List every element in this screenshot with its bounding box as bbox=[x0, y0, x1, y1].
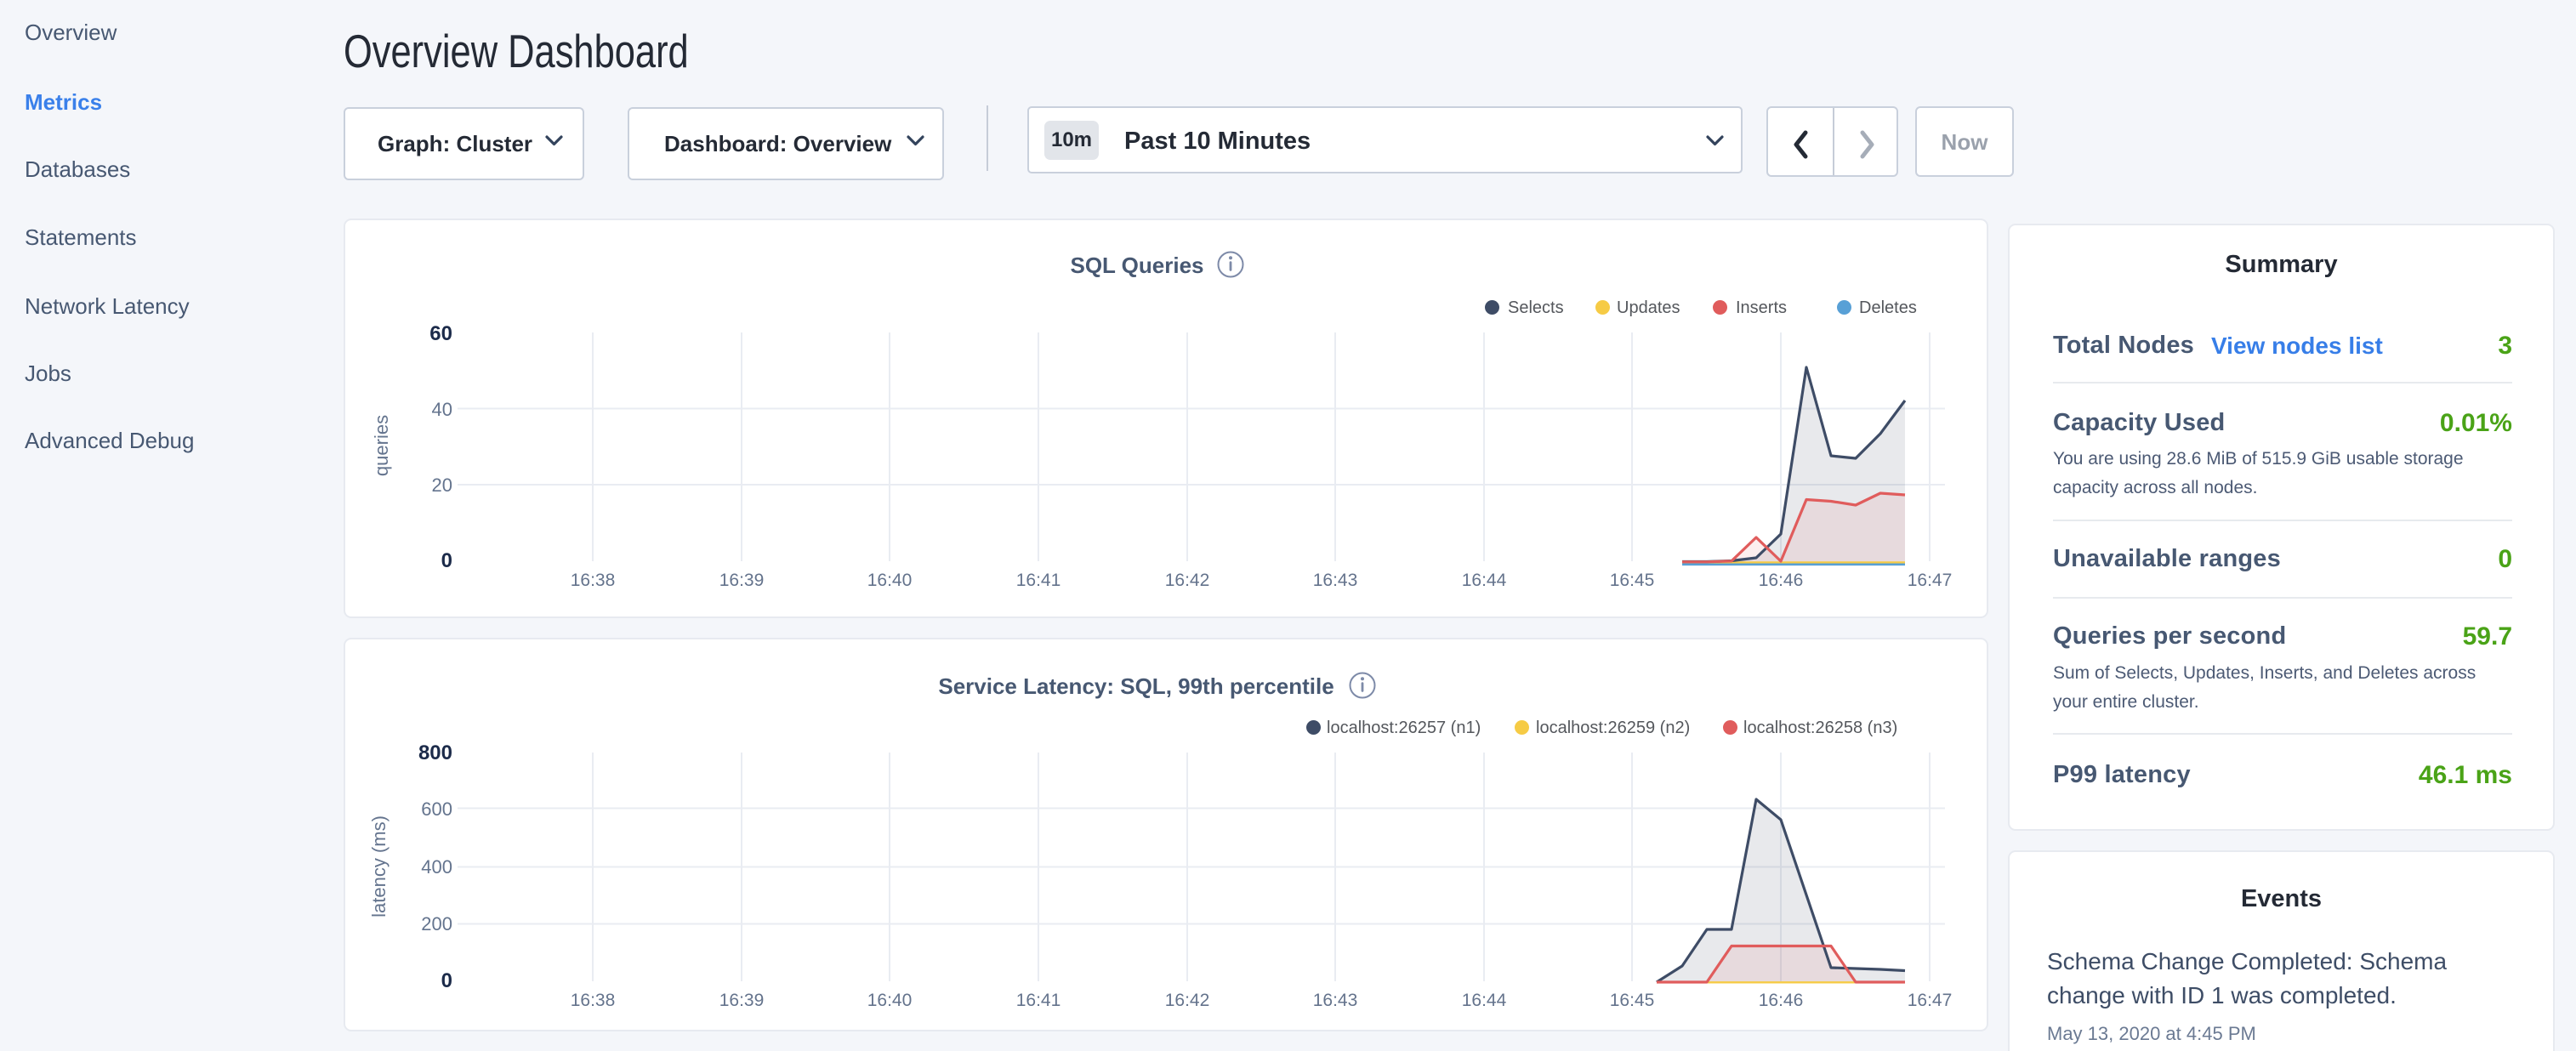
svg-text:200: 200 bbox=[421, 913, 452, 935]
svg-text:16:38: 16:38 bbox=[571, 991, 616, 1010]
svg-text:16:42: 16:42 bbox=[1165, 991, 1210, 1010]
svg-text:0: 0 bbox=[441, 549, 452, 572]
svg-text:16:45: 16:45 bbox=[1610, 991, 1655, 1010]
svg-text:16:38: 16:38 bbox=[571, 571, 616, 590]
svg-text:16:43: 16:43 bbox=[1313, 571, 1358, 590]
svg-text:600: 600 bbox=[421, 798, 452, 820]
svg-text:40: 40 bbox=[432, 399, 452, 420]
svg-text:60: 60 bbox=[429, 322, 452, 345]
svg-text:16:47: 16:47 bbox=[1908, 991, 1953, 1010]
svg-text:16:46: 16:46 bbox=[1759, 991, 1804, 1010]
svg-text:400: 400 bbox=[421, 856, 452, 878]
svg-text:16:46: 16:46 bbox=[1759, 571, 1804, 590]
svg-text:16:45: 16:45 bbox=[1610, 571, 1655, 590]
svg-text:16:41: 16:41 bbox=[1016, 991, 1061, 1010]
svg-text:0: 0 bbox=[441, 969, 452, 992]
svg-text:16:40: 16:40 bbox=[867, 991, 913, 1010]
svg-text:16:42: 16:42 bbox=[1165, 571, 1210, 590]
svg-text:16:40: 16:40 bbox=[867, 571, 913, 590]
svg-text:queries: queries bbox=[371, 415, 392, 476]
svg-text:16:43: 16:43 bbox=[1313, 991, 1358, 1010]
svg-text:16:44: 16:44 bbox=[1462, 991, 1507, 1010]
svg-text:16:47: 16:47 bbox=[1908, 571, 1953, 590]
svg-text:latency (ms): latency (ms) bbox=[368, 815, 390, 917]
svg-text:20: 20 bbox=[432, 474, 452, 496]
svg-text:16:39: 16:39 bbox=[719, 571, 765, 590]
svg-text:16:39: 16:39 bbox=[719, 991, 765, 1010]
svg-text:16:41: 16:41 bbox=[1016, 571, 1061, 590]
svg-text:16:44: 16:44 bbox=[1462, 571, 1507, 590]
svg-text:800: 800 bbox=[418, 741, 452, 764]
